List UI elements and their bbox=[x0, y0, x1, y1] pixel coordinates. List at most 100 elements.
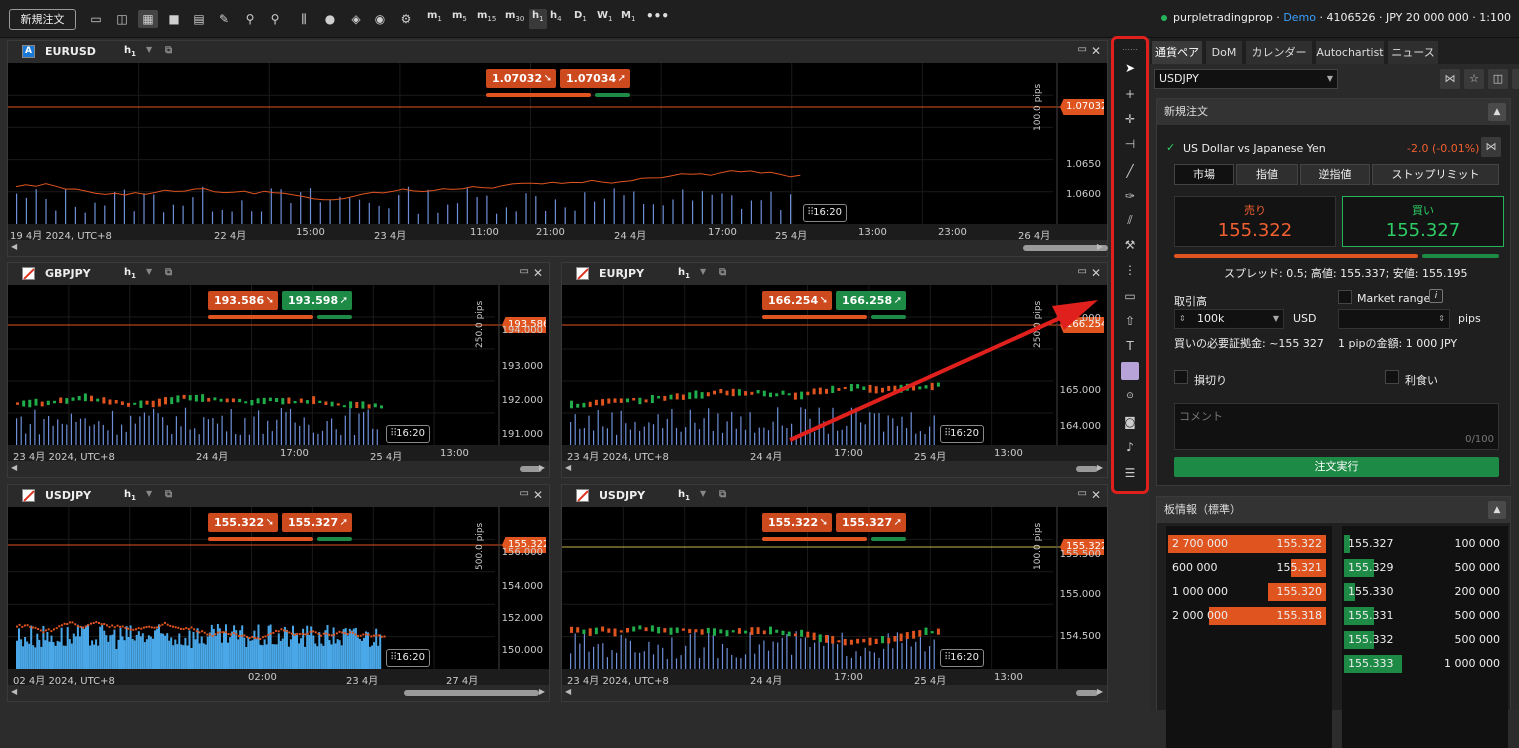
comment-counter: 0/100 bbox=[1465, 434, 1494, 445]
tab-news[interactable]: ニュース bbox=[1388, 41, 1438, 64]
tab-autochartist[interactable]: Autochartist bbox=[1316, 41, 1384, 64]
bid-volume: 600 000 bbox=[1172, 561, 1218, 574]
ask-volume: 500 000 bbox=[1454, 609, 1501, 622]
rectangle-icon[interactable]: ▭ bbox=[1121, 287, 1139, 305]
stop-loss-checkbox[interactable] bbox=[1174, 370, 1188, 384]
order-tab-stop[interactable]: 逆指値 bbox=[1300, 164, 1370, 185]
market-range-label: Market range bbox=[1357, 292, 1431, 305]
range-stepper-icon[interactable]: ⇕ bbox=[1438, 310, 1445, 328]
ask-price: 155.330 bbox=[1348, 585, 1394, 598]
pair-select[interactable]: USDJPY ▼ bbox=[1154, 69, 1338, 89]
trend-line-icon[interactable]: ╱ bbox=[1121, 162, 1139, 180]
ask-volume: 500 000 bbox=[1454, 633, 1501, 646]
order-tab-market[interactable]: 市場 bbox=[1174, 164, 1234, 185]
comment-field[interactable]: コメント 0/100 bbox=[1174, 403, 1499, 450]
orderbook-title: 板情報（標準） bbox=[1164, 503, 1241, 516]
volume-chevron-icon[interactable]: ▼ bbox=[1273, 310, 1279, 328]
trading-panel: 通貨ペア DoM カレンダー Autochartist ニュース USDJPY ▼… bbox=[1150, 38, 1519, 748]
share-order-icon[interactable]: ⋈ bbox=[1481, 137, 1501, 157]
volume-input[interactable]: ⇕ 100k ▼ bbox=[1174, 309, 1284, 329]
ask-row[interactable]: 155.330 200 000 bbox=[1342, 582, 1508, 602]
buy-label: 買い bbox=[1412, 204, 1434, 217]
horizontal-line-icon[interactable]: ⊣ bbox=[1121, 135, 1139, 153]
order-tab-stop-limit[interactable]: ストップリミット bbox=[1372, 164, 1499, 185]
bell-icon[interactable]: ♪ bbox=[1121, 438, 1139, 456]
execute-order-button[interactable]: 注文実行 bbox=[1174, 457, 1499, 477]
bid-row[interactable]: 2 700 000 155.322 bbox=[1166, 534, 1332, 554]
bid-row[interactable]: 2 000 000 155.318 bbox=[1166, 606, 1332, 626]
new-order-title: 新規注文 bbox=[1164, 105, 1208, 118]
tab-pairs[interactable]: 通貨ペア bbox=[1152, 41, 1202, 64]
crosshair-dot-icon[interactable]: ✛ bbox=[1121, 110, 1139, 128]
star-icon[interactable]: ☆ bbox=[1464, 69, 1484, 89]
range-input[interactable]: ⇕ bbox=[1338, 309, 1450, 329]
spread-info: スプレッド: 0.5; 高値: 155.337; 安値: 155.195 bbox=[1224, 267, 1468, 280]
new-order-header: 新規注文 ▲ bbox=[1157, 99, 1510, 125]
pair-select-value: USDJPY bbox=[1159, 72, 1199, 85]
panel-tabs: 通貨ペア DoM カレンダー Autochartist ニュース bbox=[1150, 38, 1519, 64]
share-icon[interactable]: ⋈ bbox=[1440, 69, 1460, 89]
ask-price: 155.331 bbox=[1348, 609, 1394, 622]
tab-dom[interactable]: DoM bbox=[1206, 41, 1242, 64]
pitchfork-icon[interactable]: ⚒ bbox=[1121, 236, 1139, 254]
buy-spread-bar bbox=[1422, 254, 1499, 258]
pip-value: 1 pipの金額: 1 000 JPY bbox=[1338, 337, 1458, 350]
bid-price: 155.321 bbox=[1276, 561, 1323, 574]
ask-volume: 1 000 000 bbox=[1444, 657, 1500, 670]
comment-placeholder: コメント bbox=[1179, 410, 1223, 423]
ask-price: 155.327 bbox=[1348, 537, 1394, 550]
color-swatch-icon[interactable] bbox=[1121, 362, 1139, 380]
take-profit-checkbox[interactable] bbox=[1385, 370, 1399, 384]
ask-row[interactable]: 155.327 100 000 bbox=[1342, 534, 1508, 554]
ask-row[interactable]: 155.331 500 000 bbox=[1342, 606, 1508, 626]
drag-handle-icon[interactable]: ⋯⋯ bbox=[1121, 41, 1139, 59]
orderbook-asks: 155.327 100 000 155.329 500 000 155.330 200 0… bbox=[1342, 526, 1508, 748]
camera-icon[interactable]: ◙ bbox=[1121, 413, 1139, 431]
info-icon[interactable]: i bbox=[1429, 289, 1443, 303]
chart-icon[interactable]: ◫ bbox=[1488, 69, 1508, 89]
cursor-icon[interactable]: ➤ bbox=[1121, 59, 1139, 77]
sell-button[interactable]: 売り 155.322 bbox=[1174, 196, 1336, 247]
crosshair-icon[interactable]: + bbox=[1121, 85, 1139, 103]
ask-row[interactable]: 155.333 1 000 000 bbox=[1342, 654, 1508, 674]
sell-price: 155.322 bbox=[1217, 220, 1293, 241]
tab-calendar[interactable]: カレンダー bbox=[1246, 41, 1312, 64]
margin-info: 買いの必要証拠金: ~155 327 bbox=[1174, 337, 1324, 350]
orderbook-bids: 2 700 000 155.322 600 000 155.321 1 000 000 1… bbox=[1166, 526, 1332, 748]
check-icon: ✓ bbox=[1166, 141, 1176, 154]
ask-row[interactable]: 155.332 500 000 bbox=[1342, 630, 1508, 650]
price-change: -2.0 (-0.01%) bbox=[1407, 142, 1480, 155]
settings-list-icon[interactable]: ☰ bbox=[1121, 464, 1139, 482]
pips-unit: pips bbox=[1458, 312, 1481, 325]
pen-icon[interactable]: ✑ bbox=[1121, 187, 1139, 205]
ask-volume: 100 000 bbox=[1454, 537, 1501, 550]
line-width-icon[interactable]: ⊙ bbox=[1121, 387, 1139, 405]
order-tab-limit[interactable]: 指値 bbox=[1236, 164, 1298, 185]
volume-value: 100k bbox=[1197, 312, 1225, 325]
bid-row[interactable]: 600 000 155.321 bbox=[1166, 558, 1332, 578]
instrument-name: US Dollar vs Japanese Yen bbox=[1183, 142, 1326, 155]
more-side-icon[interactable] bbox=[1512, 69, 1519, 89]
fibonacci-icon[interactable]: ⋮ bbox=[1121, 261, 1139, 279]
sell-label: 売り bbox=[1244, 204, 1266, 217]
bid-volume: 2 700 000 bbox=[1172, 537, 1228, 550]
arrow-up-icon[interactable]: ⇧ bbox=[1121, 312, 1139, 330]
collapse-icon[interactable]: ▲ bbox=[1488, 103, 1506, 121]
orderbook-collapse-icon[interactable]: ▲ bbox=[1488, 501, 1506, 519]
market-range-checkbox[interactable] bbox=[1338, 290, 1352, 304]
volume-unit: USD bbox=[1293, 312, 1317, 325]
ask-volume: 500 000 bbox=[1454, 561, 1501, 574]
take-profit-label: 利食い bbox=[1405, 374, 1438, 387]
bid-price: 155.322 bbox=[1276, 537, 1323, 550]
bid-price: 155.320 bbox=[1276, 585, 1323, 598]
text-icon[interactable]: T bbox=[1121, 337, 1139, 355]
stepper-icon[interactable]: ⇕ bbox=[1179, 310, 1186, 328]
ask-price: 155.332 bbox=[1348, 633, 1394, 646]
bid-row[interactable]: 1 000 000 155.320 bbox=[1166, 582, 1332, 602]
channel-icon[interactable]: ⫽ bbox=[1121, 211, 1139, 229]
bid-price: 155.318 bbox=[1276, 609, 1323, 622]
sell-spread-bar bbox=[1174, 254, 1418, 258]
ask-row[interactable]: 155.329 500 000 bbox=[1342, 558, 1508, 578]
buy-button[interactable]: 買い 155.327 bbox=[1342, 196, 1504, 247]
orderbook-header: 板情報（標準） ▲ bbox=[1157, 497, 1510, 523]
